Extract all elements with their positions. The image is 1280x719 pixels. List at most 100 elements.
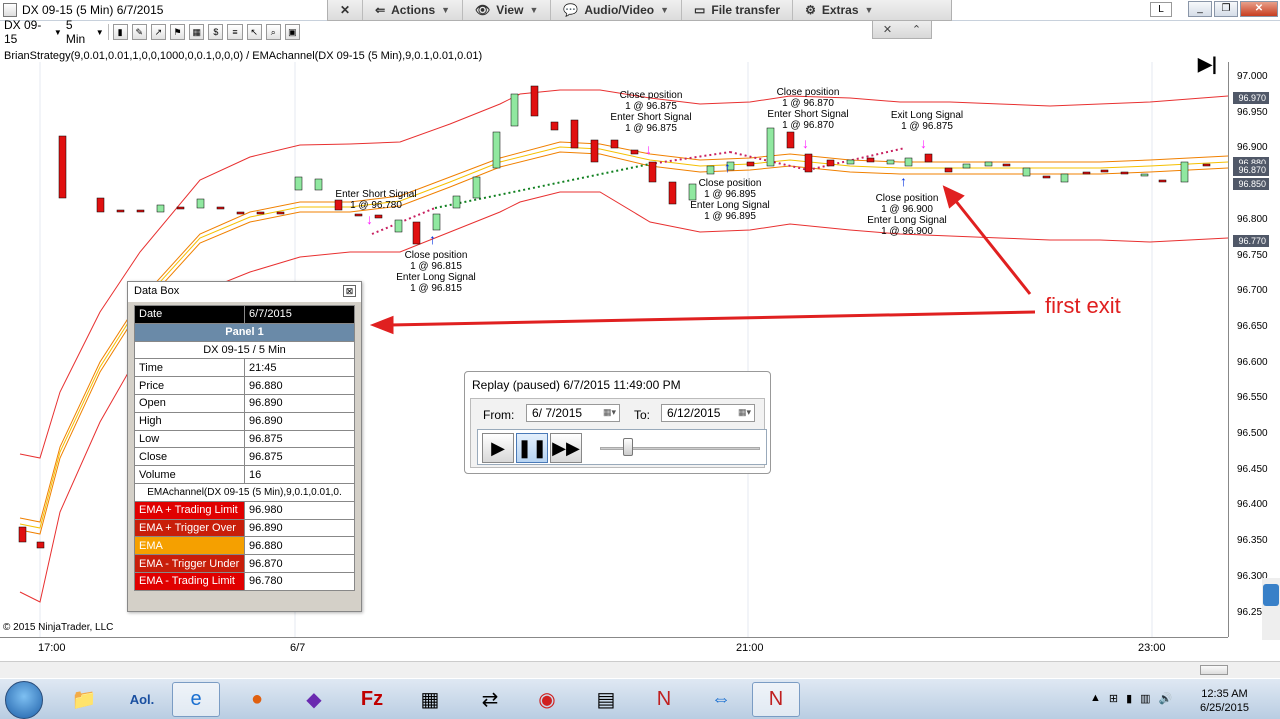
close-icon[interactable]: ⊠	[343, 285, 356, 297]
power-icon[interactable]: ▮	[1126, 692, 1132, 705]
teamviewer-icon[interactable]: ⇔	[697, 682, 745, 717]
time-axis[interactable]: 17:00 6/7 21:00 23:00	[0, 637, 1228, 661]
close-icon[interactable]: ✕	[883, 23, 892, 36]
volume-icon[interactable]: 🔊	[1159, 692, 1173, 705]
price-tick: 96.450	[1237, 463, 1268, 475]
candle-37	[766, 127, 775, 167]
tray-expand-icon[interactable]: ▲	[1090, 692, 1101, 705]
calculator-icon[interactable]: ▦	[406, 682, 454, 717]
aol-icon[interactable]: Aol.	[118, 682, 166, 717]
candle-27	[570, 119, 579, 149]
zoom-icon[interactable]: ⌕	[265, 24, 281, 40]
menu-audio-video[interactable]: 💬 Audio/Video ▼	[551, 0, 683, 20]
instrument-selector[interactable]: DX 09-15 ▼	[4, 18, 62, 46]
drawing-tool-icon[interactable]: ✎	[131, 24, 147, 40]
ninjatrader-window-icon[interactable]: N	[752, 682, 800, 717]
replay-speed-slider[interactable]	[622, 438, 633, 456]
menu-file-transfer[interactable]: ▭ File transfer	[682, 0, 794, 20]
minimize-button[interactable]: _	[1188, 1, 1212, 17]
pointer-icon[interactable]: ↖	[246, 24, 262, 40]
row-value: 96.875	[244, 447, 355, 467]
candle-6	[156, 204, 165, 213]
candle-19	[412, 221, 421, 245]
row-value: 96.880	[244, 376, 355, 395]
snapshot-icon[interactable]: ▣	[284, 24, 300, 40]
candle-41	[846, 159, 855, 165]
teamviewer-panel-icon[interactable]	[1263, 584, 1279, 606]
to-label: To:	[634, 408, 651, 422]
signal-label-2: Close position 1 @ 96.815 Enter Long Sig…	[396, 250, 476, 294]
restore-button[interactable]: ❐	[1214, 1, 1238, 17]
document-icon[interactable]: ▤	[582, 682, 630, 717]
firefox-icon[interactable]: ●	[233, 682, 281, 717]
close-window-button[interactable]: ✕	[1240, 1, 1278, 17]
scroll-to-end-icon[interactable]: ▶|	[1198, 54, 1217, 75]
candle-30	[630, 149, 639, 155]
side-panel-handle[interactable]	[1262, 578, 1280, 640]
to-date-picker[interactable]: 6/12/2015 ▦▾	[661, 404, 755, 422]
candle-48	[984, 161, 993, 167]
strategy-icon[interactable]: ⚑	[170, 24, 186, 40]
horizontal-scrollbar[interactable]	[0, 661, 1280, 678]
short-arrow-icon: ↓	[366, 211, 373, 227]
signal-text: Close position	[776, 87, 840, 98]
pause-button[interactable]: ❚❚	[516, 433, 548, 463]
signal-text: Enter Long Signal	[396, 272, 476, 283]
menu-actions[interactable]: ⇐ Actions ▼	[363, 0, 464, 20]
price-tick: 96.600	[1237, 356, 1268, 368]
calendar-icon[interactable]: ▦▾	[738, 407, 751, 418]
chevron-down-icon: ▼	[864, 5, 874, 15]
remote-menu-collapse-tab[interactable]: ✕ ⌃	[872, 21, 932, 39]
chevron-up-icon[interactable]: ⌃	[912, 23, 921, 36]
from-date-picker[interactable]: 6/ 7/2015 ▦▾	[526, 404, 620, 422]
data-box-window[interactable]: Data Box ⊠ Date 6/7/2015 Panel 1 DX 09-15…	[127, 281, 362, 612]
menu-extras[interactable]: ⚙ Extras ▼	[793, 0, 885, 20]
filezilla-icon[interactable]: Fz	[348, 682, 396, 717]
properties-icon[interactable]: ▦	[189, 24, 205, 40]
row-key: Volume	[134, 465, 245, 484]
windows-taskbar: 📁 Aol. e ● ◆ Fz ▦ ⇄ ◉ ▤ N ⇔ N ▲ ⊞ ▮ ▥ 🔊 …	[0, 678, 1280, 719]
ninjatrader-icon[interactable]: N	[640, 682, 688, 717]
candle-0	[18, 526, 27, 543]
signal-label-7: Close position 1 @ 96.900 Enter Long Sig…	[867, 193, 947, 237]
replay-control-window[interactable]: Replay (paused) 6/7/2015 11:49:00 PM Fro…	[464, 371, 771, 474]
remote-session-menu: ✕ ⇐ Actions ▼ 👁 View ▼ 💬 Audio/Video ▼ ▭ File t…	[327, 0, 952, 21]
system-clock[interactable]: 12:35 AM 6/25/2015	[1200, 687, 1249, 715]
network-tool-icon[interactable]: ⇄	[466, 682, 514, 717]
candle-55	[1120, 171, 1129, 175]
time-tick: 6/7	[290, 642, 306, 654]
candle-12	[276, 211, 285, 215]
interval-selector[interactable]: 5 Min ▼	[66, 18, 104, 46]
scroll-thumb[interactable]	[1200, 665, 1228, 675]
price-tag: 96.870	[1233, 163, 1269, 176]
remote-close-button[interactable]: ✕	[328, 0, 364, 20]
bar-style-icon[interactable]: ▮	[112, 24, 128, 40]
red-app-icon[interactable]: ◉	[523, 682, 571, 717]
internet-explorer-icon[interactable]: e	[172, 682, 220, 717]
candle-39	[804, 153, 813, 173]
file-explorer-icon[interactable]: 📁	[60, 682, 108, 717]
chart-toolbar: DX 09-15 ▼ 5 Min ▼ ▮ ✎ ↗ ⚑ ▦ $ ≡ ↖ ⌕ ▣	[0, 18, 300, 46]
language-button[interactable]: L	[1150, 2, 1172, 17]
price-axis[interactable]: 97.00096.95096.90096.85096.80096.75096.7…	[1228, 62, 1276, 637]
visual-studio-icon[interactable]: ◆	[290, 682, 338, 717]
play-button[interactable]: ▶	[482, 433, 514, 463]
network-icon[interactable]: ▥	[1140, 692, 1150, 705]
instrument-label: DX 09-15	[4, 18, 42, 46]
candle-32	[668, 181, 677, 205]
signal-text: 1 @ 96.900	[881, 204, 933, 215]
dollar-icon[interactable]: $	[208, 24, 224, 40]
windows-flag-icon[interactable]: ⊞	[1109, 692, 1118, 705]
signal-text: Close position	[619, 90, 683, 101]
data-box-title: Data Box	[134, 285, 180, 297]
signal-label-1: Enter Short Signal 1 @ 96.780	[335, 189, 416, 211]
fast-forward-button[interactable]: ▶▶	[550, 433, 582, 463]
menu-view[interactable]: 👁 View ▼	[463, 0, 552, 20]
indicator-value: 96.980	[244, 500, 355, 520]
candle-45	[924, 153, 933, 163]
indicator-icon[interactable]: ↗	[150, 24, 166, 40]
start-orb-icon[interactable]	[5, 681, 43, 719]
calendar-icon[interactable]: ▦▾	[603, 407, 616, 418]
signal-text: Enter Short Signal	[610, 112, 692, 123]
list-icon[interactable]: ≡	[227, 24, 243, 40]
